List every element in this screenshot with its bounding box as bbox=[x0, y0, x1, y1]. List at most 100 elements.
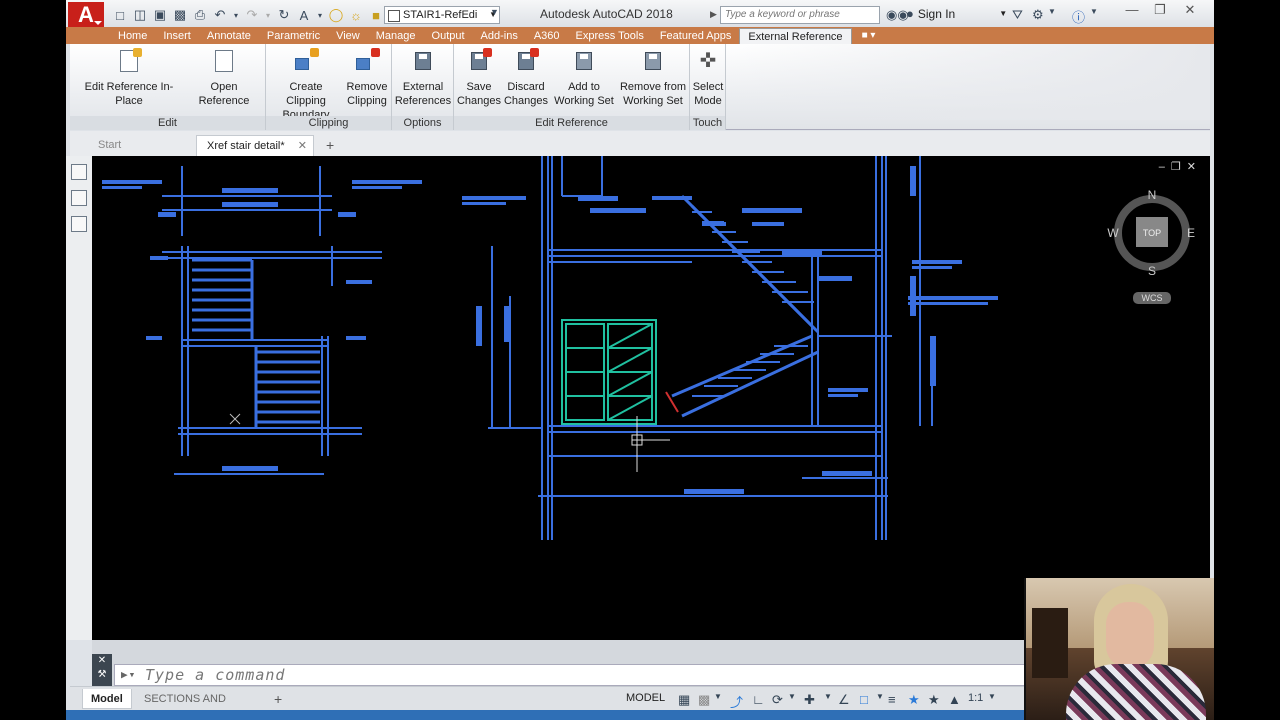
restore-icon[interactable]: ❐ bbox=[1148, 2, 1172, 20]
chevron-down-icon[interactable]: ▼ bbox=[1090, 7, 1098, 16]
qat-dropdown-icon[interactable]: ▼ bbox=[490, 7, 499, 17]
edit-reference-in-place-button[interactable]: Edit Reference In-Place bbox=[74, 46, 184, 108]
drawing-canvas[interactable]: TOP N S E W WCS –❐✕ bbox=[92, 156, 1210, 640]
undo-icon[interactable]: ↶ bbox=[212, 7, 228, 23]
palette-icon[interactable] bbox=[71, 216, 87, 232]
button-label: Open Reference bbox=[198, 81, 250, 107]
chevron-down-icon[interactable]: ▼ bbox=[824, 692, 832, 701]
add-layout-button[interactable]: + bbox=[274, 689, 282, 709]
plot-icon[interactable]: ⎙ bbox=[192, 7, 208, 23]
file-tab-xref-stair-detail[interactable]: Xref stair detail* ✕ bbox=[196, 135, 314, 156]
tab-home[interactable]: Home bbox=[110, 28, 155, 44]
select-mode-icon: ✜ bbox=[699, 50, 717, 72]
tab-parametric[interactable]: Parametric bbox=[259, 28, 328, 44]
save-changes-button[interactable]: Save Changes bbox=[456, 46, 502, 108]
application-menu-button[interactable]: A bbox=[68, 2, 104, 28]
button-label: External bbox=[402, 81, 444, 93]
select-mode-button[interactable]: ✜ Select Mode bbox=[690, 46, 726, 108]
add-to-working-set-button[interactable]: Add to Working Set bbox=[552, 46, 616, 108]
close-icon[interactable]: ✕ bbox=[298, 136, 307, 157]
close-icon[interactable]: ✕ bbox=[1178, 2, 1202, 20]
annotation-visibility-icon[interactable]: ★ bbox=[908, 692, 920, 708]
undo-dropdown-icon[interactable]: ▾ bbox=[232, 7, 240, 23]
palette-strip bbox=[66, 156, 92, 640]
grid-icon[interactable]: ▦ bbox=[678, 692, 690, 708]
remove-from-working-set-button[interactable]: Remove from Working Set bbox=[618, 46, 688, 108]
layout-tab-sections-and-details[interactable]: SECTIONS AND DETAILS bbox=[138, 689, 268, 720]
chevron-down-icon[interactable]: ▼ bbox=[876, 692, 884, 701]
viewport-minimize-icon[interactable]: – bbox=[1159, 161, 1171, 173]
lock-icon[interactable]: ■ bbox=[368, 7, 384, 23]
layer-combo[interactable]: STAIR1-RefEdi ▼ bbox=[384, 6, 500, 24]
ortho-icon[interactable]: ∟ bbox=[752, 692, 765, 707]
tab-manage[interactable]: Manage bbox=[368, 28, 424, 44]
cart-icon[interactable]: ⛛ bbox=[1012, 7, 1023, 23]
search-input[interactable]: Type a keyword or phrase bbox=[720, 6, 880, 24]
new-icon[interactable]: □ bbox=[112, 7, 128, 23]
command-line-grip[interactable]: ✕ ⚒ bbox=[92, 654, 112, 688]
snap-icon[interactable]: ▩ bbox=[698, 692, 710, 708]
tab-a360[interactable]: A360 bbox=[526, 28, 568, 44]
tab-express-tools[interactable]: Express Tools bbox=[568, 28, 652, 44]
remove-clipping-button[interactable]: Remove Clipping bbox=[344, 46, 390, 108]
help-icon[interactable]: ⓘ bbox=[1072, 7, 1085, 26]
text-style-icon[interactable]: A bbox=[296, 7, 312, 23]
open-reference-button[interactable]: Open Reference bbox=[186, 46, 262, 108]
viewcube-face[interactable]: TOP bbox=[1143, 228, 1161, 238]
save-as-icon[interactable]: ▩ bbox=[172, 7, 188, 23]
ucs-menu[interactable]: WCS bbox=[1142, 293, 1163, 303]
auto-scale-icon[interactable]: ★ bbox=[928, 692, 940, 708]
infer-constraints-icon[interactable]: ⤴ bbox=[730, 692, 743, 711]
tab-external-reference[interactable]: External Reference bbox=[739, 28, 852, 44]
chevron-down-icon[interactable]: ▼ bbox=[1048, 7, 1056, 16]
isodraft-icon[interactable]: ✚ bbox=[804, 692, 815, 708]
polar-tracking-icon[interactable]: ⟳ bbox=[772, 692, 783, 708]
close-icon[interactable]: ✕ bbox=[98, 655, 106, 666]
compass-east[interactable]: E bbox=[1187, 226, 1195, 240]
redo-dropdown-icon[interactable]: ▾ bbox=[264, 7, 272, 23]
refresh-icon[interactable]: ↻ bbox=[276, 7, 292, 23]
save-icon[interactable]: ▣ bbox=[152, 7, 168, 23]
open-icon[interactable]: ◫ bbox=[132, 7, 148, 23]
chevron-down-icon[interactable]: ▼ bbox=[988, 692, 996, 701]
sun-icon[interactable]: ☼ bbox=[348, 7, 364, 23]
tab-add-ins[interactable]: Add-ins bbox=[473, 28, 526, 44]
viewport-close-icon[interactable]: ✕ bbox=[1187, 161, 1202, 173]
compass-north[interactable]: N bbox=[1148, 188, 1157, 202]
command-input[interactable]: ▶▾ Type a command bbox=[114, 664, 1074, 686]
properties-icon[interactable] bbox=[71, 190, 87, 206]
tab-featured-apps[interactable]: Featured Apps bbox=[652, 28, 740, 44]
exchange-icon[interactable]: ⚙ bbox=[1032, 7, 1044, 23]
viewcube[interactable]: TOP N S E W WCS bbox=[1102, 186, 1202, 316]
file-tab-start[interactable]: Start bbox=[88, 135, 131, 156]
annotation-scale-icon[interactable]: ▲ bbox=[948, 692, 961, 707]
minimize-icon[interactable]: — bbox=[1120, 2, 1144, 20]
compass-south[interactable]: S bbox=[1148, 264, 1156, 278]
layout-tab-model[interactable]: Model bbox=[82, 689, 132, 709]
object-snap-icon[interactable]: □ bbox=[860, 692, 868, 707]
object-snap-tracking-icon[interactable]: ∠ bbox=[838, 692, 850, 708]
chevron-down-icon[interactable]: ▼ bbox=[788, 692, 796, 701]
discard-changes-button[interactable]: Discard Changes bbox=[502, 46, 550, 108]
compass-west[interactable]: W bbox=[1107, 226, 1119, 240]
sign-in-button[interactable]: ● Sign In ▼ bbox=[906, 6, 1007, 21]
lineweight-icon[interactable]: ≡ bbox=[888, 692, 896, 707]
layers-icon[interactable] bbox=[71, 164, 87, 180]
new-tab-button[interactable]: + bbox=[316, 135, 344, 156]
viewport-restore-icon[interactable]: ❐ bbox=[1171, 161, 1187, 173]
model-space-button[interactable]: MODEL bbox=[626, 692, 665, 704]
text-dropdown-icon[interactable]: ▾ bbox=[316, 7, 324, 23]
ribbon-display-toggle-icon[interactable]: ■ ▾ bbox=[852, 28, 876, 44]
wrench-icon[interactable]: ⚒ bbox=[98, 669, 107, 680]
tab-annotate[interactable]: Annotate bbox=[199, 28, 259, 44]
redo-icon[interactable]: ↷ bbox=[244, 7, 260, 23]
tab-insert[interactable]: Insert bbox=[155, 28, 199, 44]
create-clipping-boundary-button[interactable]: Create Clipping Boundary bbox=[270, 46, 342, 122]
external-references-button[interactable]: External References bbox=[394, 46, 452, 108]
tab-output[interactable]: Output bbox=[424, 28, 473, 44]
chevron-down-icon[interactable]: ▼ bbox=[714, 692, 722, 701]
annotation-scale-value[interactable]: 1:1 bbox=[968, 692, 983, 704]
lightbulb-icon[interactable]: ◯ bbox=[328, 7, 344, 23]
tab-view[interactable]: View bbox=[328, 28, 368, 44]
search-expand-icon[interactable]: ▶ bbox=[710, 9, 717, 20]
